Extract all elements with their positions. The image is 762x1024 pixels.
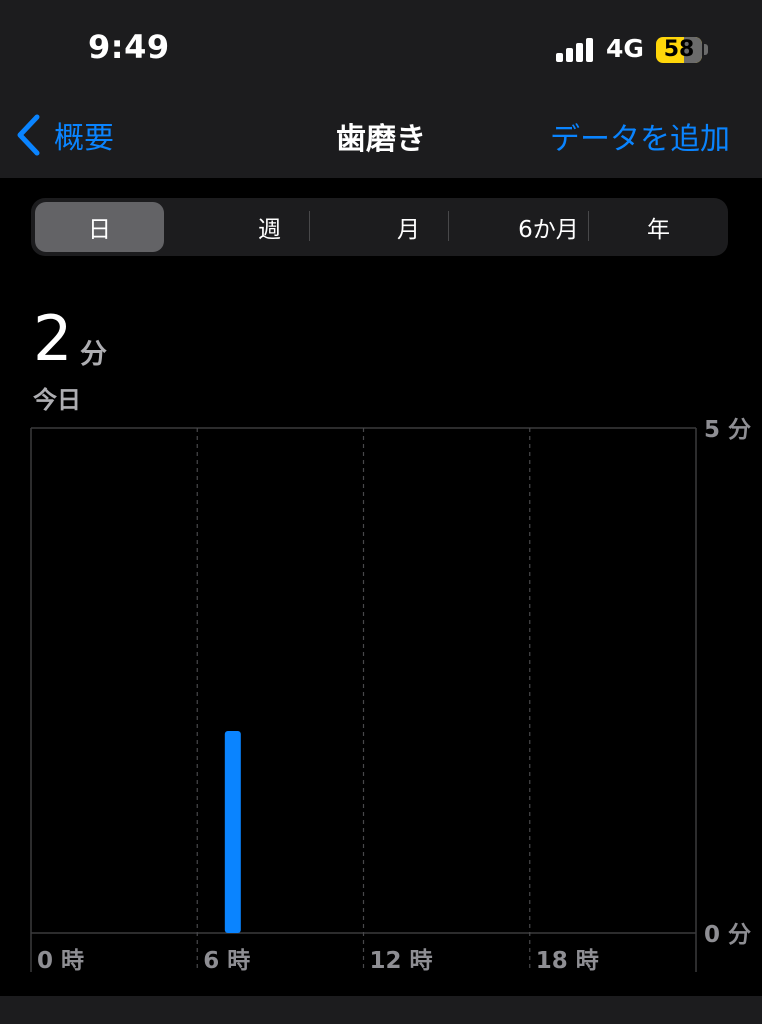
period-segmented-control: 日 週 月 6か月 年: [31, 198, 728, 256]
x-tick-label: 0 時: [37, 948, 84, 974]
segment-week[interactable]: 週: [205, 202, 334, 252]
bottom-bar: [0, 996, 762, 1024]
segment-day[interactable]: 日: [35, 202, 164, 252]
x-tick-label: 12 時: [370, 948, 433, 974]
x-tick-label: 18 時: [536, 948, 599, 974]
segment-month[interactable]: 月: [344, 202, 473, 252]
header: 9:49 4G 58 概要 歯磨き データを追加: [0, 0, 762, 178]
signal-icon: [556, 38, 596, 62]
health-screen: 9:49 4G 58 概要 歯磨き データを追加 日 週 月 6か月 年 2 分…: [0, 0, 762, 1024]
battery-icon: 58: [656, 37, 702, 63]
segment-divider: [309, 211, 310, 241]
summary-value: 2: [33, 302, 73, 375]
y-tick-label: 5 分: [704, 417, 751, 443]
y-tick-label: 0 分: [704, 922, 751, 948]
segment-divider: [448, 211, 449, 241]
segment-year[interactable]: 年: [594, 202, 723, 252]
segment-divider: [588, 211, 589, 241]
chart-bar[interactable]: [224, 731, 241, 933]
add-data-button[interactable]: データを追加: [550, 114, 730, 158]
summary-unit: 分: [80, 339, 107, 370]
x-tick-label: 6 時: [203, 948, 250, 974]
status-time: 9:49: [88, 28, 170, 66]
battery-cap: [704, 44, 708, 55]
battery-level: 58: [663, 37, 695, 62]
network-type: 4G: [606, 34, 644, 63]
brushing-chart[interactable]: 0 時 6 時 12 時 18 時 5 分 0 分: [0, 410, 762, 990]
